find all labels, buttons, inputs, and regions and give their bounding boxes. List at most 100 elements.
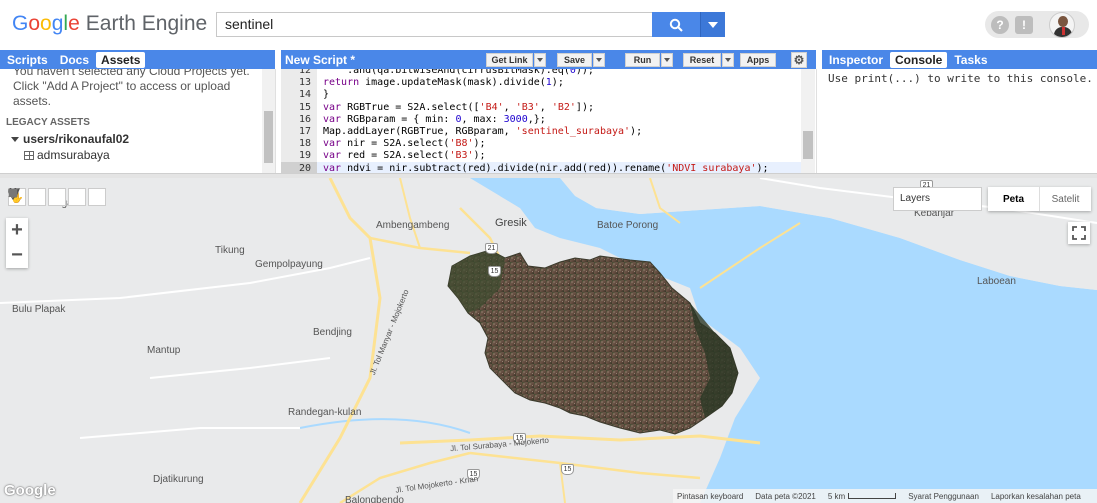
code-text: var nir = S2A.select('B8'); (323, 138, 486, 150)
legacy-assets-heading: LEGACY ASSETS (6, 117, 90, 128)
line-number: 17 (298, 126, 311, 137)
code-line[interactable]: 18 var nir = S2A.select('B8'); (281, 137, 801, 150)
line-draw-icon[interactable] (8, 188, 66, 206)
asset-item[interactable]: admsurabaya (24, 148, 110, 162)
scale-bar[interactable]: 5 km (827, 491, 897, 501)
search-button[interactable] (652, 12, 700, 37)
logo-letter: G (12, 12, 29, 35)
code-line[interactable]: 19 var red = S2A.select('B3'); (281, 149, 801, 162)
fullscreen-button[interactable] (1068, 222, 1090, 244)
code-text: var ndvi = nir.subtract(red).divide(nir.… (323, 162, 769, 173)
code-line[interactable]: 13 return image.updateMask(mask).divide(1… (281, 76, 801, 89)
scrollbar-thumb[interactable] (803, 131, 813, 159)
terms-link[interactable]: Syarat Penggunaan (908, 492, 979, 501)
map-data-credit: Data peta ©2021 (755, 491, 816, 501)
get-link-button[interactable]: Get Link (486, 53, 533, 67)
run-button[interactable]: Run (625, 53, 660, 67)
code-editor[interactable]: 12 .and(qa.bitwiseAnd(cirrusBitMask).eq(… (281, 69, 816, 173)
keyboard-shortcuts-link[interactable]: Pintasan keyboard (677, 492, 743, 501)
user-folder[interactable]: users/rikonaufal02 (11, 132, 129, 146)
scrollbar-thumb[interactable] (264, 111, 273, 163)
code-line[interactable]: 14} (281, 88, 801, 101)
save-button[interactable]: Save (557, 53, 592, 67)
zoom-out-button[interactable]: − (6, 243, 28, 268)
chevron-down-icon (725, 58, 731, 62)
code-line[interactable]: 20 var ndvi = nir.subtract(red).divide(ni… (281, 161, 801, 173)
map-view[interactable]: 21 21 15 15 15 15 Gresik Ambengambeng Ba… (0, 178, 1097, 503)
chevron-down-icon (537, 58, 543, 62)
assets-scrollbar[interactable] (262, 69, 275, 173)
map-type-peta[interactable]: Peta (988, 187, 1040, 211)
route-shield: 15 (561, 464, 574, 475)
place-label: Ambengambeng (376, 220, 450, 231)
place-label: Gempolpayung (255, 259, 323, 270)
line-number: 19 (298, 150, 311, 162)
map-canvas (0, 178, 1097, 503)
polygon-draw-icon[interactable] (8, 188, 86, 206)
google-watermark: Google (4, 482, 56, 499)
point-marker-icon[interactable] (8, 188, 46, 206)
assets-panel: You haven't selected any Cloud Projects … (0, 69, 275, 173)
feedback-icon[interactable]: ! (1015, 15, 1033, 34)
code-line[interactable]: 16 var RGBparam = { min: 0, max: 3000,}; (281, 113, 801, 126)
earth-engine-logo[interactable]: Google Earth Engine (12, 12, 207, 36)
zoom-in-button[interactable]: + (6, 218, 28, 243)
code-line[interactable]: 17 Map.addLayer(RGBTrue, RGBparam, 'senti… (281, 125, 801, 138)
code-line[interactable]: 15 var RGBTrue = S2A.select(['B4', 'B3', … (281, 101, 801, 114)
tab-console[interactable]: Console (890, 51, 948, 68)
place-label: Bulu Plapak (12, 304, 66, 315)
place-label: Tikung (215, 245, 245, 256)
reset-button[interactable]: Reset (683, 53, 721, 67)
editor-scrollbar[interactable] (801, 69, 815, 173)
account-area: ? ! (985, 11, 1089, 38)
gear-icon[interactable]: ⚙ (791, 52, 807, 68)
logo-letter: e (68, 12, 80, 35)
tab-tasks[interactable]: Tasks (949, 52, 992, 68)
tab-scripts[interactable]: Scripts (2, 52, 53, 68)
top-bar: Google Earth Engine sentinel ? ! (0, 0, 1097, 50)
layers-button[interactable]: Layers (893, 187, 982, 211)
reset-menu[interactable] (722, 53, 734, 67)
console-panel: Use print(...) to write to this console. (822, 69, 1097, 173)
tab-assets[interactable]: Assets (96, 51, 146, 68)
road (298, 178, 382, 503)
right-panel-tabs: Inspector Console Tasks (822, 50, 1097, 69)
map-type-satelit[interactable]: Satelit (1040, 187, 1091, 211)
road (79, 427, 300, 439)
place-label: Bendjing (313, 327, 352, 338)
search-options-button[interactable] (700, 12, 725, 37)
chevron-down-icon (664, 58, 670, 62)
avatar[interactable] (1049, 11, 1075, 38)
avatar-head (1058, 15, 1068, 27)
place-label: Randegan-kulan (288, 407, 362, 418)
line-number: 13 (298, 77, 311, 89)
avatar-tie (1062, 26, 1065, 35)
tab-inspector[interactable]: Inspector (824, 52, 888, 68)
apps-button[interactable]: Apps (740, 53, 776, 67)
logo-letter: g (51, 12, 64, 35)
expand-icon[interactable] (11, 136, 19, 142)
console-hint: Use print(...) to write to this console. (828, 72, 1093, 85)
rectangle-draw-icon[interactable] (9, 188, 106, 206)
code-text: } (323, 89, 330, 101)
line-number: 15 (298, 101, 311, 113)
save-menu[interactable] (593, 53, 605, 67)
line-number: 20 (281, 161, 317, 173)
report-error-link[interactable]: Laporkan kesalahan peta (991, 492, 1081, 501)
run-menu[interactable] (661, 53, 673, 67)
asset-item-label: admsurabaya (37, 148, 110, 162)
map-attribution: Pintasan keyboard Data peta ©2021 5 km S… (673, 489, 1097, 503)
tab-docs[interactable]: Docs (55, 52, 94, 68)
line-number: 16 (298, 113, 311, 125)
road (149, 357, 331, 379)
help-icon[interactable]: ? (991, 15, 1009, 34)
place-label: Laboean (977, 276, 1016, 287)
river (299, 418, 471, 434)
chevron-down-icon (708, 21, 718, 28)
road (399, 178, 421, 249)
place-label: Mantup (147, 345, 181, 356)
place-label: Djatikurung (153, 474, 204, 485)
scale-label: 5 km (827, 491, 846, 501)
get-link-menu[interactable] (534, 53, 546, 67)
search-input[interactable]: sentinel (216, 12, 652, 37)
